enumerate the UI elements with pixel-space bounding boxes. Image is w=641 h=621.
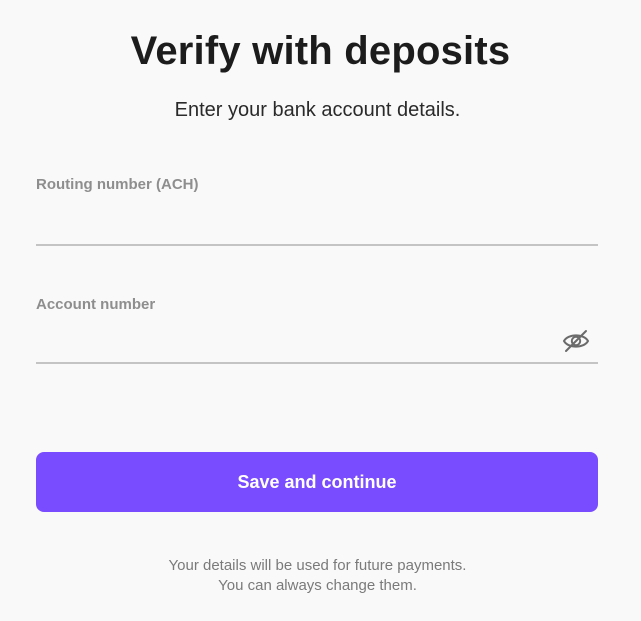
verify-deposits-page: Verify with deposits Enter your bank acc… xyxy=(0,0,641,621)
page-title: Verify with deposits xyxy=(130,29,511,73)
footnote-line-1: Your details will be used for future pay… xyxy=(168,557,467,574)
account-number-input[interactable] xyxy=(36,334,598,364)
footnote-line-2: You can always change them. xyxy=(218,577,417,594)
routing-number-field: Routing number (ACH) xyxy=(36,176,598,246)
page-subtitle: Enter your bank account details. xyxy=(174,99,461,121)
routing-number-input[interactable] xyxy=(36,214,598,246)
footnote: Your details will be used for future pay… xyxy=(0,556,635,596)
save-and-continue-button[interactable]: Save and continue xyxy=(36,452,598,512)
eye-slash-icon[interactable] xyxy=(562,329,590,353)
account-number-label: Account number xyxy=(36,296,156,313)
routing-number-label: Routing number (ACH) xyxy=(36,176,199,193)
account-number-field: Account number xyxy=(36,296,598,366)
